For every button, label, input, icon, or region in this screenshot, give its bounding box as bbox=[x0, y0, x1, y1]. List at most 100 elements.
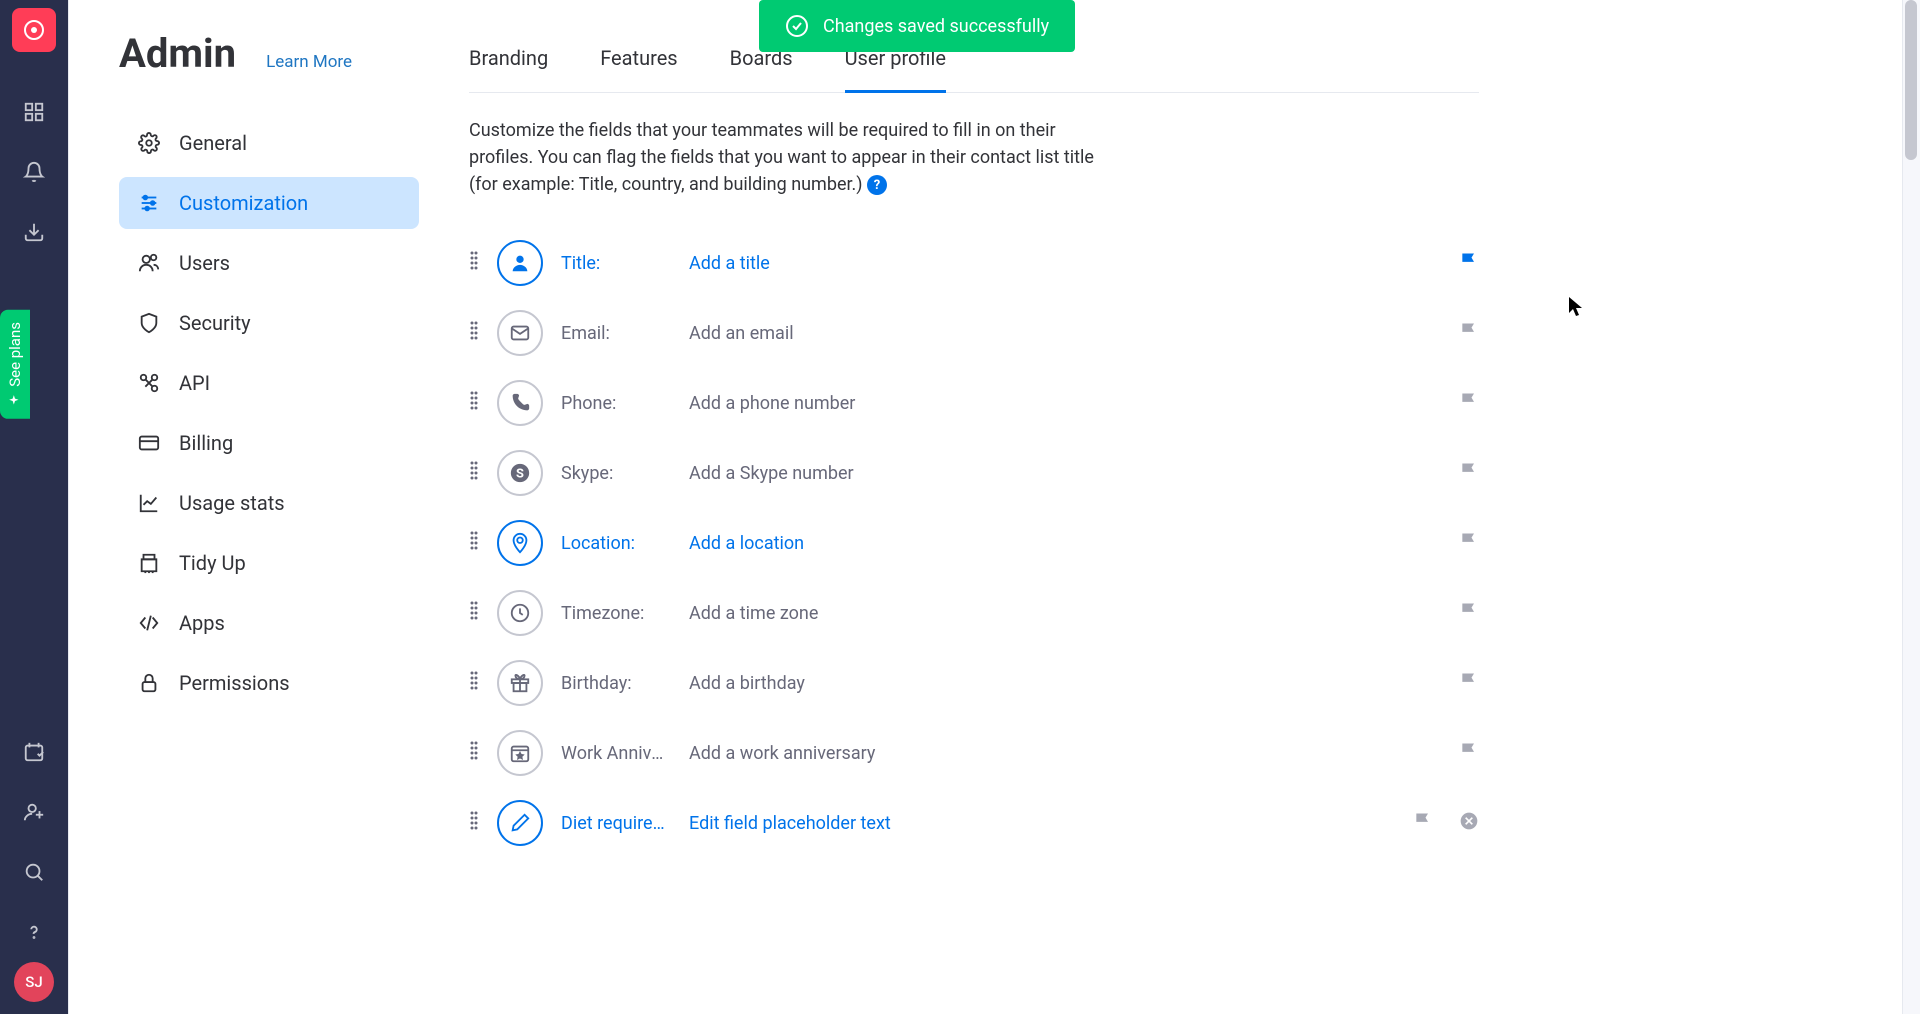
page-title: Admin bbox=[119, 30, 236, 77]
sidebar-item-label: Security bbox=[179, 311, 251, 335]
field-label: Work Annive… bbox=[561, 743, 671, 764]
left-rail: See plans SJ bbox=[0, 0, 68, 1014]
sidebar-item-billing[interactable]: Billing bbox=[119, 417, 419, 469]
flag-icon[interactable] bbox=[1459, 741, 1479, 765]
sidebar-item-general[interactable]: General bbox=[119, 117, 419, 169]
lock-icon bbox=[137, 671, 161, 695]
description-text: Customize the fields that your teammates… bbox=[469, 120, 1094, 195]
app-logo[interactable] bbox=[12, 8, 56, 52]
sparkle-icon bbox=[8, 393, 22, 407]
field-email: Email: Add an email bbox=[469, 298, 1479, 368]
credit-card-icon bbox=[137, 431, 161, 455]
field-label: Phone: bbox=[561, 393, 671, 414]
field-placeholder[interactable]: Add a Skype number bbox=[689, 463, 1441, 484]
sidebar-item-usage-stats[interactable]: Usage stats bbox=[119, 477, 419, 529]
search-icon[interactable] bbox=[14, 852, 54, 892]
inbox-icon[interactable] bbox=[14, 212, 54, 252]
flag-icon[interactable] bbox=[1459, 321, 1479, 345]
sidebar-item-users[interactable]: Users bbox=[119, 237, 419, 289]
content: Changes saved successfully Branding Feat… bbox=[439, 0, 1539, 1014]
description: Customize the fields that your teammates… bbox=[469, 117, 1109, 198]
sidebar-item-label: Users bbox=[179, 251, 230, 275]
scrollbar[interactable] bbox=[1902, 0, 1920, 1014]
field-placeholder[interactable]: Add a title bbox=[689, 253, 1441, 274]
sidebar-item-label: Billing bbox=[179, 431, 233, 455]
field-placeholder[interactable]: Add a birthday bbox=[689, 673, 1441, 694]
drag-handle-icon[interactable] bbox=[469, 390, 479, 416]
flag-icon[interactable] bbox=[1459, 601, 1479, 625]
toast-text: Changes saved successfully bbox=[823, 16, 1049, 37]
field-skype: S Skype: Add a Skype number bbox=[469, 438, 1479, 508]
drag-handle-icon[interactable] bbox=[469, 460, 479, 486]
field-label: Title: bbox=[561, 253, 671, 274]
field-label: Skype: bbox=[561, 463, 671, 484]
help-badge-icon[interactable]: ? bbox=[867, 175, 887, 195]
flag-icon[interactable] bbox=[1413, 811, 1433, 835]
field-placeholder[interactable]: Add a time zone bbox=[689, 603, 1441, 624]
field-phone: Phone: Add a phone number bbox=[469, 368, 1479, 438]
drag-handle-icon[interactable] bbox=[469, 530, 479, 556]
phone-icon bbox=[497, 380, 543, 426]
delete-field-icon[interactable] bbox=[1459, 811, 1479, 835]
flag-icon[interactable] bbox=[1459, 251, 1479, 275]
sidebar-item-label: Apps bbox=[179, 611, 225, 635]
field-label: Location: bbox=[561, 533, 671, 554]
main: Admin Learn More General Customization U… bbox=[68, 0, 1920, 1014]
drag-handle-icon[interactable] bbox=[469, 320, 479, 346]
sidebar-item-security[interactable]: Security bbox=[119, 297, 419, 349]
sidebar-item-api[interactable]: API bbox=[119, 357, 419, 409]
gift-icon bbox=[497, 660, 543, 706]
archive-icon bbox=[137, 551, 161, 575]
field-placeholder[interactable]: Add a location bbox=[689, 533, 1441, 554]
drag-handle-icon[interactable] bbox=[469, 670, 479, 696]
notifications-icon[interactable] bbox=[14, 152, 54, 192]
skype-icon: S bbox=[497, 450, 543, 496]
flag-icon[interactable] bbox=[1459, 391, 1479, 415]
avatar-initials: SJ bbox=[25, 973, 42, 991]
admin-sidebar: Admin Learn More General Customization U… bbox=[69, 0, 439, 1014]
flag-icon[interactable] bbox=[1459, 531, 1479, 555]
field-timezone: Timezone: Add a time zone bbox=[469, 578, 1479, 648]
calendar-star-icon bbox=[497, 730, 543, 776]
api-icon bbox=[137, 371, 161, 395]
drag-handle-icon[interactable] bbox=[469, 600, 479, 626]
field-placeholder[interactable]: Add an email bbox=[689, 323, 1441, 344]
flag-icon[interactable] bbox=[1459, 461, 1479, 485]
tab-branding[interactable]: Branding bbox=[469, 30, 548, 92]
field-label: Diet require… bbox=[561, 813, 671, 834]
see-plans-button[interactable]: See plans bbox=[0, 310, 30, 419]
drag-handle-icon[interactable] bbox=[469, 250, 479, 276]
field-label: Birthday: bbox=[561, 673, 671, 694]
avatar[interactable]: SJ bbox=[14, 962, 54, 1002]
email-icon bbox=[497, 310, 543, 356]
see-plans-label: See plans bbox=[6, 322, 24, 387]
flag-icon[interactable] bbox=[1459, 671, 1479, 695]
learn-more-link[interactable]: Learn More bbox=[266, 52, 352, 72]
drag-handle-icon[interactable] bbox=[469, 740, 479, 766]
field-title: Title: Add a title bbox=[469, 228, 1479, 298]
clock-icon bbox=[497, 590, 543, 636]
sidebar-item-label: Tidy Up bbox=[179, 551, 246, 575]
sidebar-item-label: API bbox=[179, 371, 210, 395]
sidebar-item-apps[interactable]: Apps bbox=[119, 597, 419, 649]
workspaces-icon[interactable] bbox=[14, 92, 54, 132]
shield-icon bbox=[137, 311, 161, 335]
chart-icon bbox=[137, 491, 161, 515]
tab-features[interactable]: Features bbox=[600, 30, 677, 92]
location-icon bbox=[497, 520, 543, 566]
help-icon[interactable] bbox=[14, 912, 54, 952]
drag-handle-icon[interactable] bbox=[469, 810, 479, 836]
field-placeholder[interactable]: Add a phone number bbox=[689, 393, 1441, 414]
sidebar-item-tidy-up[interactable]: Tidy Up bbox=[119, 537, 419, 589]
field-birthday: Birthday: Add a birthday bbox=[469, 648, 1479, 718]
sidebar-item-permissions[interactable]: Permissions bbox=[119, 657, 419, 709]
code-icon bbox=[137, 611, 161, 635]
sidebar-item-customization[interactable]: Customization bbox=[119, 177, 419, 229]
field-placeholder[interactable]: Edit field placeholder text bbox=[689, 813, 1395, 834]
field-placeholder[interactable]: Add a work anniversary bbox=[689, 743, 1441, 764]
field-location: Location: Add a location bbox=[469, 508, 1479, 578]
invite-icon[interactable] bbox=[14, 792, 54, 832]
sidebar-item-label: Permissions bbox=[179, 671, 290, 695]
calendar-icon[interactable] bbox=[14, 732, 54, 772]
svg-text:S: S bbox=[516, 467, 524, 482]
